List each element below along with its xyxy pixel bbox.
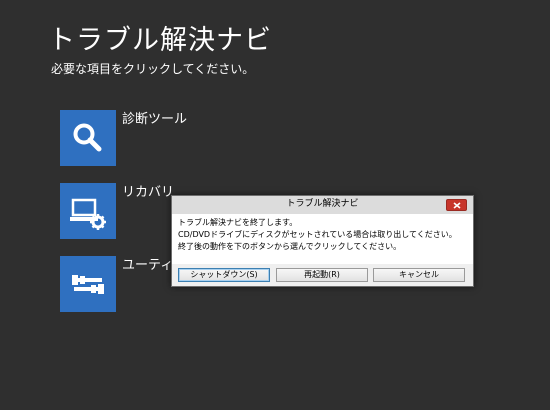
menu-item-diagnostic-tool[interactable]: 診断ツール — [60, 110, 320, 166]
restart-button[interactable]: 再起動(R) — [276, 268, 368, 282]
tools-icon — [72, 275, 104, 294]
app-title: トラブル解決ナビ — [48, 25, 272, 56]
dialog-title: トラブル解決ナビ — [286, 199, 359, 209]
dialog-button-bar: シャットダウン(S) 再起動(R) キャンセル — [172, 264, 473, 286]
exit-dialog: トラブル解決ナビ トラブル解決ナビを終了します。 CD/DVDドライブにディスク… — [171, 195, 474, 287]
dialog-titlebar[interactable]: トラブル解決ナビ — [172, 196, 473, 214]
close-button[interactable] — [446, 199, 467, 211]
menu-item-label: ユーティ — [122, 258, 174, 273]
magnifier-icon — [73, 123, 102, 152]
utility-tile[interactable] — [60, 256, 116, 312]
computer-gear-icon — [70, 198, 106, 230]
diagnostic-tool-tile[interactable] — [60, 110, 116, 166]
shutdown-button[interactable]: シャットダウン(S) — [178, 268, 270, 282]
dialog-message-line: CD/DVDドライブにディスクがセットされている場合は取り出してください。 — [178, 230, 457, 239]
recovery-tile[interactable] — [60, 183, 116, 239]
app-subtitle: 必要な項目をクリックしてください。 — [51, 62, 255, 76]
dialog-message-line: トラブル解決ナビを終了します。 — [178, 218, 298, 227]
menu-item-label: 診断ツール — [122, 112, 188, 127]
menu-item-label: リカバリ — [122, 185, 175, 200]
close-icon — [453, 202, 461, 209]
cancel-button[interactable]: キャンセル — [373, 268, 465, 282]
dialog-message-line: 終了後の動作を下のボタンから選んでクリックしてください。 — [178, 242, 402, 251]
